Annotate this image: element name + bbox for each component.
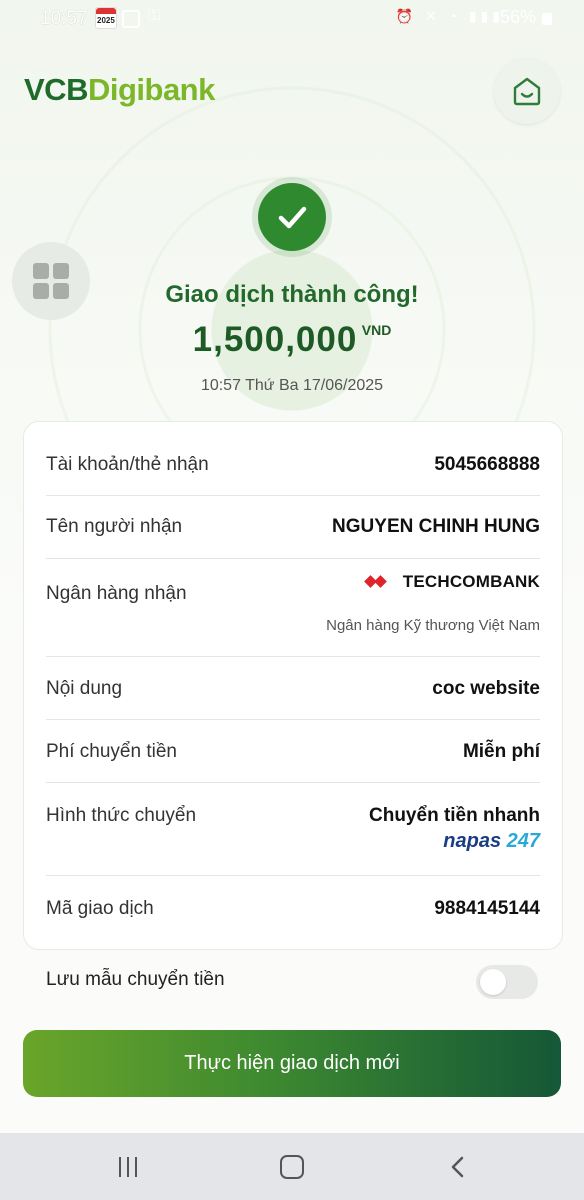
calendar-icon: 2025 — [95, 7, 117, 29]
home-nav-icon[interactable] — [280, 1155, 304, 1179]
napas247-logo: napas 247 — [443, 830, 540, 852]
account-label: Tài khoản/thẻ nhận — [46, 454, 209, 475]
transaction-datetime: 10:57 Thứ Ba 17/06/2025 — [200, 377, 384, 394]
method-label: Hình thức chuyển — [46, 805, 197, 826]
amount-display: 1,500,000 VND — [0, 320, 584, 360]
amount-currency: VND — [361, 322, 392, 338]
key-icon: ⚿ — [148, 7, 161, 24]
new-transaction-button[interactable]: Thực hiện giao dịch mới — [23, 1030, 561, 1097]
save-template-label: Lưu mẫu chuyển tiền — [46, 969, 225, 990]
account-value: 5045668888 — [434, 454, 540, 475]
home-icon — [513, 77, 541, 106]
transaction-id-label: Mã giao dịch — [46, 898, 154, 919]
save-template-row: Lưu mẫu chuyển tiền — [46, 965, 538, 999]
recent-apps-icon[interactable] — [117, 1157, 139, 1177]
content-value: coc website — [432, 678, 540, 699]
recipient-value: NGUYEN CHINH HUNG — [332, 516, 540, 537]
toggle-knob — [480, 969, 506, 995]
detail-row-fee: Phí chuyển tiền Miễn phí — [46, 719, 540, 783]
detail-row-method: Hình thức chuyển Chuyển tiền nhanh napas… — [46, 782, 540, 876]
notification-icon — [122, 10, 140, 28]
status-bar: 10:57 2025 ⚿ ⏰ ✕ ◔ ▮▮▮ 56% — [0, 0, 584, 36]
transaction-details-card: Tài khoản/thẻ nhận 5045668888 Tên người … — [23, 421, 563, 950]
home-button[interactable] — [494, 58, 560, 124]
logo-vcb: VCB — [24, 72, 88, 107]
app-logo: VCBDigibank — [24, 72, 215, 108]
battery-percent: 56% — [500, 7, 537, 27]
fee-label: Phí chuyển tiền — [46, 741, 177, 762]
bank-label: Ngân hàng nhận — [46, 583, 187, 604]
system-navigation-bar — [0, 1133, 584, 1200]
signal-icons: ⏰ ✕ ◔ ▮▮▮ — [395, 8, 504, 24]
detail-row-recipient: Tên người nhận NGUYEN CHINH HUNG — [46, 495, 540, 559]
amount-value: 1,500,000 — [192, 320, 358, 359]
techcombank-logo-icon — [365, 574, 387, 590]
detail-row-content: Nội dung coc website — [46, 656, 540, 720]
save-template-toggle[interactable] — [476, 965, 538, 999]
detail-row-account: Tài khoản/thẻ nhận 5045668888 — [46, 422, 540, 496]
detail-row-bank: Ngân hàng nhận TECHCOMBANK Ngân hàng Kỹ … — [46, 558, 540, 657]
bank-full-name: Ngân hàng Kỹ thương Việt Nam — [326, 617, 540, 634]
detail-row-transaction-id: Mã giao dịch 9884145144 — [46, 875, 540, 947]
success-check-icon — [258, 183, 326, 251]
recipient-label: Tên người nhận — [46, 516, 183, 537]
result-title: Giao dịch thành công! — [165, 281, 419, 308]
logo-digibank: Digibank — [87, 72, 215, 107]
calendar-badge: 2025 — [97, 16, 115, 25]
battery-icon — [542, 13, 552, 25]
bank-short-name: TECHCOMBANK — [402, 572, 540, 591]
method-value: Chuyển tiền nhanh — [369, 805, 540, 826]
transaction-id-value: 9884145144 — [434, 898, 540, 919]
content-label: Nội dung — [46, 678, 123, 699]
status-time: 10:57 — [40, 8, 88, 29]
bank-badge: TECHCOMBANK — [365, 572, 540, 592]
back-icon[interactable] — [448, 1155, 470, 1179]
fee-value: Miễn phí — [462, 741, 540, 762]
